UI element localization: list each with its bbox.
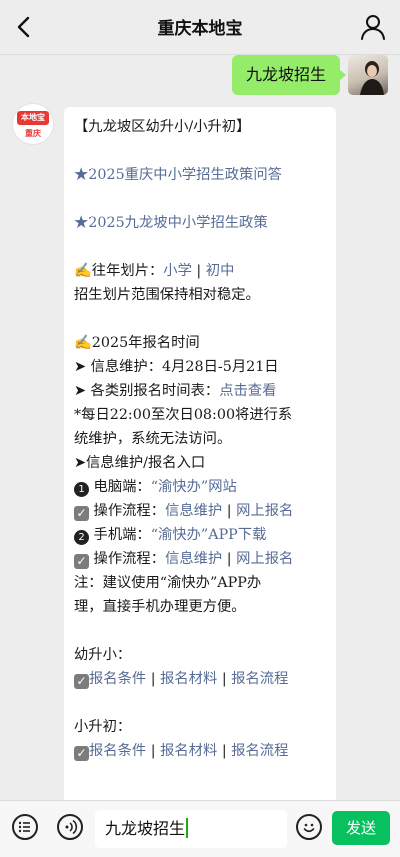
schedule-view-link[interactable]: 点击查看	[219, 383, 276, 399]
app-note-1: 注：建议使用“渝快办”APP办	[74, 575, 262, 591]
checkbox-icon: ✓	[74, 674, 89, 689]
schedule-label: ➤ 各类别报名时间表：	[74, 383, 220, 399]
mobile-label: 手机端：	[93, 527, 151, 543]
pc-label: 电脑端：	[93, 479, 151, 495]
pc-info-maint-link[interactable]: 信息维护	[165, 503, 222, 519]
primary-zoning-link[interactable]: 小学	[163, 263, 192, 279]
mid-process-link[interactable]: 报名流程	[231, 743, 288, 759]
message-input[interactable]: 九龙坡招生	[95, 810, 287, 848]
user-photo-icon	[360, 61, 384, 95]
bot-logo-city: 重庆	[25, 129, 41, 138]
profile-icon[interactable]	[360, 13, 386, 41]
kid-process-link[interactable]: 报名流程	[231, 671, 288, 687]
menu-list-button[interactable]	[12, 814, 38, 840]
middle-zoning-link[interactable]: 初中	[206, 263, 235, 279]
message-heading: 【九龙坡区幼升小/小升初】	[74, 119, 251, 135]
mid-materials-link[interactable]: 报名材料	[160, 743, 217, 759]
mobile-info-maint-link[interactable]: 信息维护	[165, 551, 222, 567]
user-avatar[interactable]	[348, 55, 388, 95]
pc-online-reg-link[interactable]: 网上报名	[236, 503, 293, 519]
mobile-online-reg-link[interactable]: 网上报名	[236, 551, 293, 567]
bot-avatar[interactable]: 本地宝 重庆	[12, 103, 54, 145]
input-bar: 九龙坡招生 发送	[0, 800, 400, 857]
user-message-row: 九龙坡招生	[88, 55, 388, 99]
kindergarten-title: 幼升小：	[74, 647, 132, 663]
user-message-bubble[interactable]: 九龙坡招生	[231, 55, 347, 95]
maintenance-note-1: *每日22:00至次日08:00将进行系	[74, 407, 293, 423]
maintenance-note-2: 统维护，系统无法访问。	[74, 431, 232, 447]
kid-materials-link[interactable]: 报名材料	[160, 671, 217, 687]
bot-message-bubble: 【九龙坡区幼升小/小升初】 ★2025重庆中小学招生政策问答 ★2025九龙坡中…	[64, 107, 336, 800]
entry-title: ➤信息维护/报名入口	[74, 455, 206, 471]
emoji-icon	[303, 823, 315, 833]
checkbox-icon: ✓	[74, 554, 89, 569]
district-policy-link[interactable]: ★2025九龙坡中小学招生政策	[74, 215, 268, 231]
kid-conditions-link[interactable]: 报名条件	[89, 671, 146, 687]
number-2-icon: 2	[74, 530, 89, 545]
message-input-value: 九龙坡招生	[105, 819, 186, 838]
emoji-button[interactable]	[296, 814, 322, 840]
checkbox-icon: ✓	[74, 746, 89, 761]
number-1-icon: 1	[74, 482, 89, 497]
list-icon	[18, 821, 30, 833]
policy-faq-link[interactable]: ★2025重庆中小学招生政策问答	[74, 167, 282, 183]
send-button[interactable]: 发送	[332, 811, 390, 845]
chat-header: 重庆本地宝	[0, 0, 400, 55]
chat-messages[interactable]: 九龙坡招生 本地宝 重庆 【九龙坡区幼升小/小升初】 ★2025重庆中小学招生政…	[0, 55, 400, 800]
zoning-note: 招生划片范围保持相对稳定。	[74, 287, 260, 303]
text-caret	[186, 818, 189, 838]
voice-icon	[65, 819, 78, 835]
mid-conditions-link[interactable]: 报名条件	[89, 743, 146, 759]
mobile-flow-label: 操作流程：	[93, 551, 166, 567]
chat-title: 重庆本地宝	[157, 19, 243, 39]
pc-website-link[interactable]: “渝快办”网站	[151, 479, 237, 495]
middle-school-title: 小升初：	[74, 719, 132, 735]
voice-button[interactable]	[57, 814, 83, 840]
previous-zoning-label: ✍往年划片：	[74, 263, 164, 279]
checkbox-icon: ✓	[74, 506, 89, 521]
bot-logo-text: 本地宝	[17, 111, 49, 125]
info-maintenance-dates: ➤ 信息维护：4月28日-5月21日	[74, 359, 279, 375]
app-download-link[interactable]: “渝快办”APP下载	[151, 527, 267, 543]
registration-time-title: ✍2025年报名时间	[74, 335, 200, 351]
pc-flow-label: 操作流程：	[93, 503, 166, 519]
app-note-2: 理，直接手机办理更方便。	[74, 599, 246, 615]
